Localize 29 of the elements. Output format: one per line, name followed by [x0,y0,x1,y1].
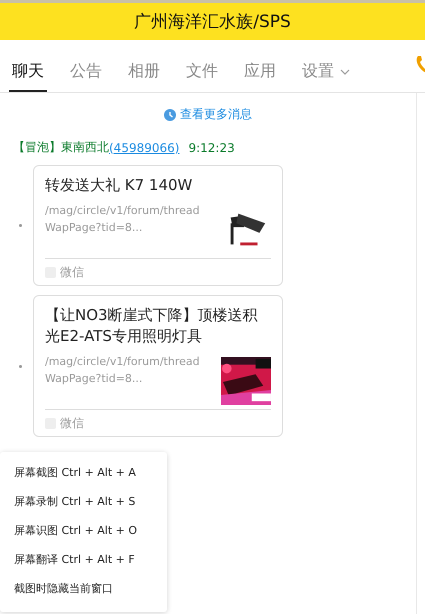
link-card[interactable]: 【让NO3断崖式下降】顶楼送积光E2-ATS专用照明灯具 /mag/circle/v1/forum/threadWapPage?tid=8... 微信 [33,295,283,437]
tab[interactable]: 设置 [299,61,353,92]
menu-item[interactable]: 屏幕录制 Ctrl + Alt + S [0,487,167,516]
card-url: /mag/circle/v1/forum/threadWapPage?tid=8... [45,203,201,236]
source-label: 微信 [60,264,84,280]
menu-item[interactable]: 屏幕翻译 Ctrl + Alt + F [0,545,167,574]
menu-item[interactable]: 屏幕截图 Ctrl + Alt + A [0,458,167,487]
tab[interactable]: 文件 [183,61,221,92]
bullet-dot [19,224,22,227]
sender-id-link[interactable]: (45989066) [109,140,180,154]
tab[interactable]: 公告 [67,61,105,92]
sender-role-label: 【冒泡】 [13,139,61,156]
tab[interactable]: 聊天 [9,61,47,92]
sender-name: 東南西北 [61,139,109,156]
menu-item[interactable]: 屏幕识图 Ctrl + Alt + O [0,516,167,545]
card-url: /mag/circle/v1/forum/threadWapPage?tid=8... [45,354,201,387]
message-time: 9:12:23 [188,140,235,154]
link-card[interactable]: 转发送大礼 K7 140W /mag/circle/v1/forum/threadWapPage?tid=8... 微信 [33,165,283,286]
card-title: 转发送大礼 K7 140W [45,175,194,196]
card-title: 【让NO3断崖式下降】顶楼送积光E2-ATS专用照明灯具 [45,305,259,347]
group-title: 广州海洋汇水族/SPS [134,11,291,33]
more-messages-link[interactable]: 查看更多消息 [164,106,252,123]
caret-icon [340,68,350,74]
clock-icon [164,108,176,120]
bullet-dot [19,364,22,368]
source-label: 微信 [60,414,84,432]
tab[interactable]: 相册 [125,61,163,92]
tab[interactable]: 应用 [241,61,279,92]
menu-item[interactable]: 截图时隐藏当前窗口 [0,574,167,603]
